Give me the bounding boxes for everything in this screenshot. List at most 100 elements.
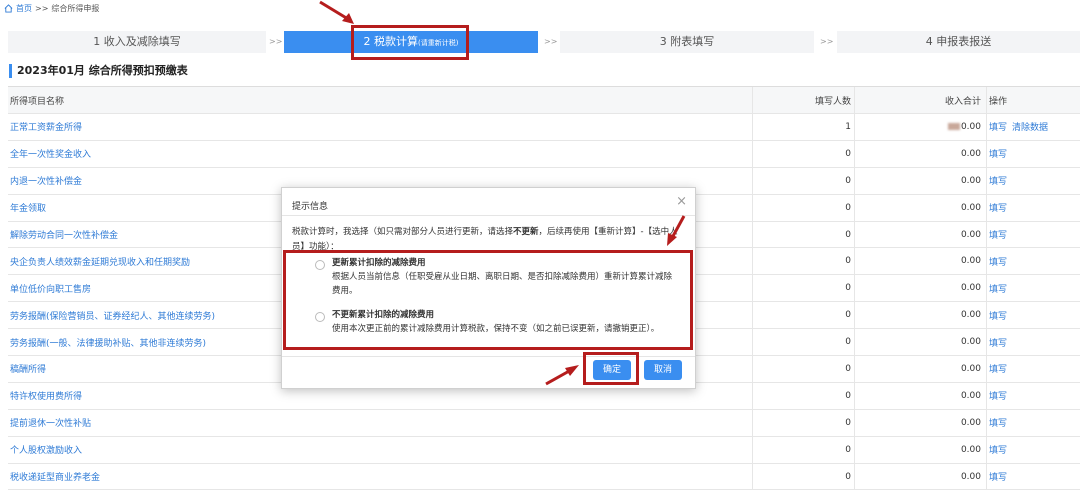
income-total-value: 0.00 (960, 444, 981, 455)
step-bar: 1 收入及减除填写 >> 2 税款计算(请重新计税) >> 3 附表填写 >> … (8, 31, 1080, 53)
row-actions: 填写 (986, 382, 1080, 409)
fill-link[interactable]: 填写 (989, 147, 1007, 160)
income-total: 0.00 (854, 221, 984, 248)
step-separator: >> (820, 37, 834, 46)
cancel-button[interactable]: 取消 (644, 360, 682, 380)
dialog-title: 提示信息 (292, 202, 329, 212)
fill-link[interactable]: 填写 (989, 228, 1007, 241)
clear-data-link[interactable]: 清除数据 (1012, 120, 1048, 133)
step-2-highlight-box (351, 25, 469, 60)
annotation-arrow-icon (545, 365, 579, 386)
step-1[interactable]: 1 收入及减除填写 (8, 31, 266, 53)
close-icon[interactable]: × (676, 194, 687, 209)
filled-count: 0 (752, 221, 852, 248)
filled-count: 0 (752, 275, 852, 302)
fill-link[interactable]: 填写 (989, 120, 1007, 133)
breadcrumb-separator: >> (35, 4, 49, 13)
table-row: 个人股权激励收入 0 0.00 填写 (8, 436, 1080, 464)
income-total: 0.00 (854, 275, 984, 302)
breadcrumb: 首页 >> 综合所得申报 (4, 3, 99, 14)
income-item-link[interactable]: 提前退休一次性补贴 (10, 410, 750, 436)
income-item-link[interactable]: 正常工资薪金所得 (10, 114, 750, 140)
row-actions: 填写 (986, 275, 1080, 302)
table-header-row: 所得项目名称 填写人数 收入合计 操作 (8, 87, 1080, 114)
row-actions: 填写 (986, 248, 1080, 275)
income-total: 0.00 (854, 114, 984, 140)
fill-link[interactable]: 填写 (989, 282, 1007, 295)
row-actions: 填写 (986, 302, 1080, 329)
income-total-value: 0.00 (960, 310, 981, 321)
income-item-link[interactable]: 税收递延型商业养老金 (10, 464, 750, 490)
filled-count: 0 (752, 140, 852, 167)
filled-count: 0 (752, 356, 852, 382)
header-action: 操作 (986, 87, 1080, 113)
row-actions: 填写 (986, 409, 1080, 436)
fill-link[interactable]: 填写 (989, 255, 1007, 268)
filled-count: 0 (752, 463, 852, 490)
income-total-value: 0.00 (960, 256, 981, 267)
step-3-label: 3 附表填写 (659, 35, 715, 48)
row-actions: 填写 (986, 356, 1080, 382)
fill-link[interactable]: 填写 (989, 470, 1007, 483)
income-total: 0.00 (854, 382, 984, 409)
section-title: 2023年01月 综合所得预扣预缴表 (9, 64, 188, 78)
annotation-arrow-icon (319, 0, 354, 24)
options-highlight-box (283, 250, 693, 350)
fill-link[interactable]: 填写 (989, 443, 1007, 456)
filled-count: 0 (752, 194, 852, 221)
row-actions: 填写 (986, 221, 1080, 248)
confirm-highlight-box (583, 352, 639, 385)
table-row: 正常工资薪金所得 1 0.00 填写 清除数据 (8, 114, 1080, 141)
step-4[interactable]: 4 申报表报送 (837, 31, 1080, 53)
income-total-value: 0.00 (960, 363, 981, 374)
income-total: 0.00 (854, 329, 984, 356)
filled-count: 0 (752, 409, 852, 436)
breadcrumb-current: 综合所得申报 (51, 4, 100, 13)
redacted-amount (947, 123, 960, 131)
step-separator: >> (269, 37, 283, 46)
income-item-link[interactable]: 个人股权激励收入 (10, 437, 750, 463)
fill-link[interactable]: 填写 (989, 362, 1007, 375)
row-actions: 填写 (986, 167, 1080, 194)
fill-link[interactable]: 填写 (989, 309, 1007, 322)
dialog-divider (282, 215, 695, 216)
fill-link[interactable]: 填写 (989, 201, 1007, 214)
row-actions: 填写 (986, 329, 1080, 356)
header-name: 所得项目名称 (10, 96, 65, 107)
income-total: 0.00 (854, 463, 984, 490)
fill-link[interactable]: 填写 (989, 336, 1007, 349)
filled-count: 1 (752, 114, 852, 140)
row-actions: 填写 (986, 194, 1080, 221)
filled-count: 0 (752, 248, 852, 275)
table-row: 全年一次性奖金收入 0 0.00 填写 (8, 140, 1080, 168)
fill-link[interactable]: 填写 (989, 389, 1007, 402)
row-actions: 填写 (986, 436, 1080, 463)
dialog-desc-prefix: 税款计算时，我选择（如只需对部分人员进行更新，请选择 (292, 227, 514, 237)
income-total: 0.00 (854, 302, 984, 329)
income-total-value: 0.00 (960, 471, 981, 482)
row-actions: 填写 (986, 140, 1080, 167)
fill-link[interactable]: 填写 (989, 174, 1007, 187)
filled-count: 0 (752, 302, 852, 329)
filled-count: 0 (752, 167, 852, 194)
income-total-value: 0.00 (960, 283, 981, 294)
step-4-label: 4 申报表报送 (925, 35, 992, 48)
income-total-value: 0.00 (960, 121, 981, 132)
income-total-value: 0.00 (960, 202, 981, 213)
income-item-link[interactable]: 全年一次性奖金收入 (10, 141, 750, 167)
table-row: 提前退休一次性补贴 0 0.00 填写 (8, 409, 1080, 437)
row-actions: 填写 清除数据 (986, 114, 1080, 140)
step-1-label: 1 收入及减除填写 (93, 35, 181, 48)
step-3[interactable]: 3 附表填写 (560, 31, 814, 53)
income-total: 0.00 (854, 356, 984, 382)
breadcrumb-home-link[interactable]: 首页 (16, 3, 32, 14)
header-income: 收入合计 (854, 87, 984, 113)
table-row: 税收递延型商业养老金 0 0.00 填写 (8, 463, 1080, 491)
filled-count: 0 (752, 329, 852, 356)
income-total-value: 0.00 (960, 148, 981, 159)
income-total-value: 0.00 (960, 417, 981, 428)
income-total: 0.00 (854, 436, 984, 463)
fill-link[interactable]: 填写 (989, 416, 1007, 429)
home-icon[interactable] (4, 4, 13, 13)
income-total-value: 0.00 (960, 337, 981, 348)
